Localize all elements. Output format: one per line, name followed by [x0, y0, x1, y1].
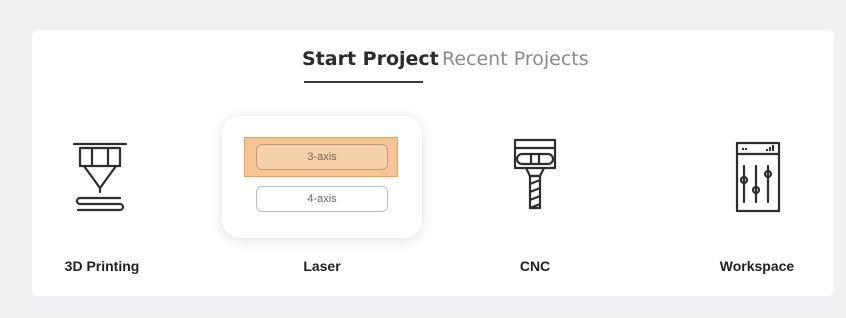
3d-printer-nozzle-icon: [72, 142, 128, 212]
tile-label-workspace: Workspace: [719, 258, 795, 274]
tile-label-cnc: CNC: [519, 258, 551, 274]
cnc-spindle-icon: [513, 138, 557, 210]
axis-option-3-axis[interactable]: 3-axis: [256, 144, 388, 170]
tab-recent-projects[interactable]: Recent Projects: [442, 46, 589, 72]
tile-label-laser: Laser: [303, 258, 341, 274]
axis-option-4-axis[interactable]: 4-axis: [256, 186, 388, 212]
workspace-sliders-icon: [735, 141, 781, 213]
tile-label-3d-printing: 3D Printing: [64, 258, 140, 274]
laser-axis-popup: 3-axis 4-axis: [222, 116, 422, 238]
tab-start-project[interactable]: Start Project: [302, 46, 439, 72]
start-project-card: Start Project Recent Projects 3D Printin…: [32, 30, 834, 296]
active-tab-underline: [304, 81, 423, 83]
project-tabs: Start Project Recent Projects: [32, 30, 834, 90]
